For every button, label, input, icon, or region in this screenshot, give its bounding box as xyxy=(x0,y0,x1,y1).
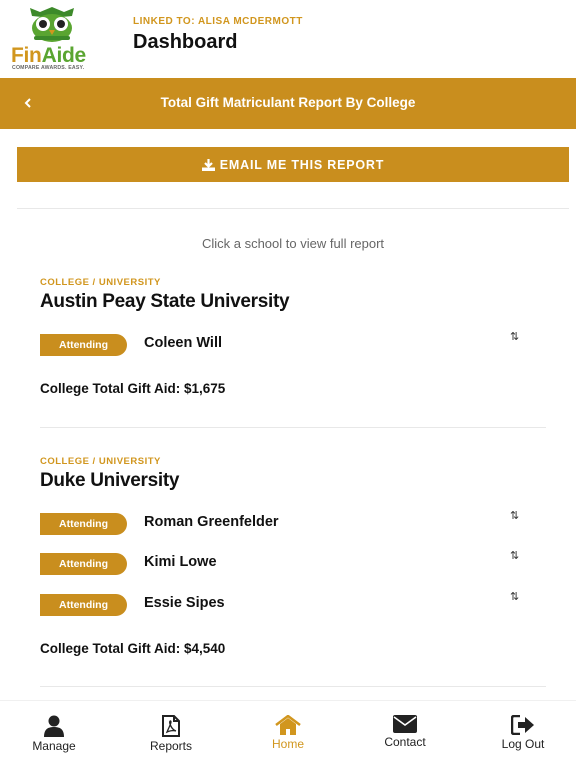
email-report-button[interactable]: EMAIL ME THIS REPORT xyxy=(17,147,569,182)
sort-arrows-icon[interactable]: ⇅ xyxy=(510,330,519,343)
download-icon xyxy=(201,158,215,171)
nav-logout[interactable]: Log Out xyxy=(478,715,568,751)
bottom-nav: Manage Reports Home Contact Log Out xyxy=(0,700,576,768)
home-icon xyxy=(275,715,301,735)
pdf-file-icon xyxy=(162,715,180,737)
college-label: COLLEGE / UNIVERSITY xyxy=(40,277,161,288)
envelope-icon xyxy=(393,715,417,733)
divider xyxy=(17,208,569,209)
nav-label: Log Out xyxy=(501,737,545,751)
sort-arrows-icon[interactable]: ⇅ xyxy=(510,549,519,562)
student-name: Essie Sipes xyxy=(144,595,225,611)
nav-contact[interactable]: Contact xyxy=(360,715,450,749)
linked-account-label: LINKED TO: ALISA MCDERMOTT xyxy=(133,16,303,27)
email-report-label: EMAIL ME THIS REPORT xyxy=(219,157,385,172)
student-row[interactable]: Attending Kimi Lowe ⇅ xyxy=(40,550,546,577)
college-card[interactable]: COLLEGE / UNIVERSITY Austin Peay State U… xyxy=(40,277,546,417)
instruction-text: Click a school to view full report xyxy=(201,236,385,251)
college-card[interactable]: COLLEGE / UNIVERSITY Duke University Att… xyxy=(40,456,546,666)
report-title-bar: Total Gift Matriculant Report By College xyxy=(0,78,576,129)
student-row[interactable]: Attending Roman Greenfelder ⇅ xyxy=(40,510,546,537)
nav-home[interactable]: Home xyxy=(243,715,333,751)
user-icon xyxy=(44,715,64,737)
college-label: COLLEGE / UNIVERSITY xyxy=(40,456,161,467)
college-name: Duke University xyxy=(40,470,180,491)
college-total: College Total Gift Aid: $1,675 xyxy=(40,381,226,396)
page-title: Dashboard xyxy=(133,31,238,53)
logo-tagline: COMPARE AWARDS. EASY. xyxy=(12,65,85,71)
student-name: Coleen Will xyxy=(144,335,223,351)
student-name: Roman Greenfelder xyxy=(144,514,279,530)
college-total: College Total Gift Aid: $4,540 xyxy=(40,641,226,656)
divider xyxy=(40,686,546,687)
student-row[interactable]: Attending Coleen Will ⇅ xyxy=(40,331,546,358)
status-badge: Attending xyxy=(40,334,127,356)
nav-label: Manage xyxy=(32,739,76,753)
nav-label: Home xyxy=(271,737,304,751)
nav-reports[interactable]: Reports xyxy=(126,715,216,753)
status-badge: Attending xyxy=(40,594,127,616)
nav-label: Contact xyxy=(384,735,426,749)
logout-icon xyxy=(511,715,534,735)
status-badge: Attending xyxy=(40,553,127,575)
divider xyxy=(40,427,546,428)
sort-arrows-icon[interactable]: ⇅ xyxy=(510,509,519,522)
owl-logo-icon xyxy=(30,7,74,42)
college-name: Austin Peay State University xyxy=(40,291,290,312)
app-header: FinAide COMPARE AWARDS. EASY. LINKED TO:… xyxy=(0,0,576,78)
report-title: Total Gift Matriculant Report By College xyxy=(160,95,416,110)
nav-manage[interactable]: Manage xyxy=(9,715,99,753)
finaide-logo: FinAide COMPARE AWARDS. EASY. xyxy=(8,4,98,71)
sort-arrows-icon[interactable]: ⇅ xyxy=(510,590,519,603)
student-name: Kimi Lowe xyxy=(144,554,217,570)
nav-label: Reports xyxy=(149,739,193,753)
student-row[interactable]: Attending Essie Sipes ⇅ xyxy=(40,591,546,618)
status-badge: Attending xyxy=(40,513,127,535)
